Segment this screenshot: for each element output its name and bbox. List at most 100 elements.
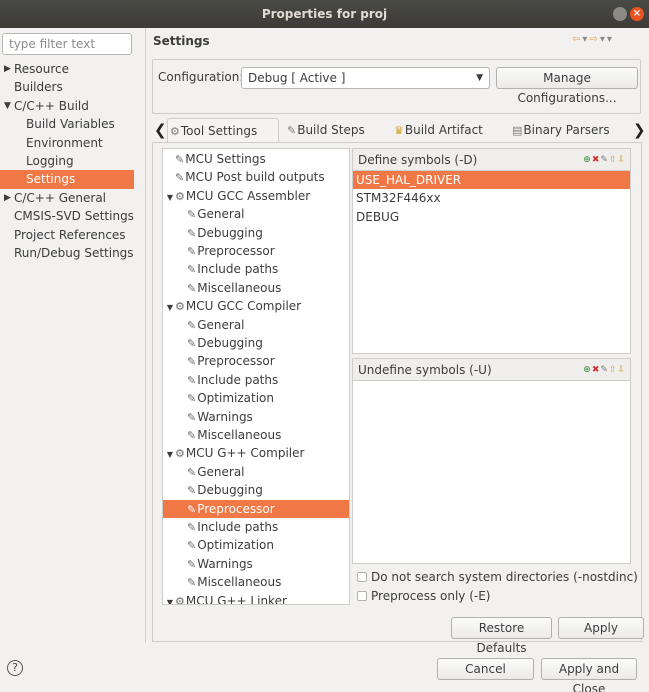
tree-item-optimization[interactable]: ✎Optimization [163,389,349,407]
tree-item-debugging[interactable]: ✎Debugging [163,334,349,352]
option-page-icon: ✎ [187,521,197,534]
nav-item-run-debug-settings[interactable]: Run/Debug Settings [0,244,134,262]
nav-item-label: Build Variables [26,117,115,132]
configuration-select[interactable]: Debug [ Active ] ▼ [241,67,490,89]
tree-item-mcu-g-compiler[interactable]: ▼ ⚙MCU G++ Compiler [163,444,349,462]
tab-scroll-left-icon[interactable]: ❮ [154,118,167,142]
tool-gear-icon: ⚙ [175,447,185,461]
option-page-icon: ✎ [187,429,197,442]
tree-item-miscellaneous[interactable]: ✎Miscellaneous [163,279,349,297]
back-arrow-icon[interactable]: ⇦ [572,34,582,45]
help-icon[interactable]: ? [7,660,23,676]
tree-item-mcu-gcc-compiler[interactable]: ▼ ⚙MCU GCC Compiler [163,297,349,315]
nav-item-label: Project References [14,227,126,242]
expand-down-icon[interactable]: ▼ [165,594,175,604]
tree-item-label: Optimization [197,391,274,406]
properties-nav-tree: ▶ Resource Builders ▼ C/C++ Build Build Varia… [0,60,134,262]
edit-icon[interactable]: ✎ [600,155,609,165]
nav-item-label: Resource [14,62,70,76]
move-down-icon[interactable]: ⇩ [617,155,626,165]
tool-settings-tree[interactable]: ✎MCU Settings ✎MCU Post build outputs ▼ ⚙MC… [162,148,350,605]
nav-item-c-c-general[interactable]: ▶ C/C++ General [0,189,134,207]
preprocess-only-checkbox[interactable]: Preprocess only (-E) [357,588,490,604]
nav-item-logging[interactable]: Logging [0,152,134,170]
tree-item-debugging[interactable]: ✎Debugging [163,481,349,499]
expand-right-icon[interactable]: ▶ [4,189,11,207]
tree-item-label: Optimization [197,538,274,553]
nav-item-cmsis-svd-settings[interactable]: CMSIS-SVD Settings [0,207,134,225]
nav-item-settings[interactable]: Settings [0,170,134,189]
symbol-row-stm32f446xx[interactable]: STM32F446xx [353,189,630,207]
sash-divider[interactable] [145,28,146,643]
add-icon[interactable]: ⊕ [583,155,592,165]
configuration-value: Debug [ Active ] [248,71,346,85]
tab-build-steps[interactable]: ✎Build Steps [285,118,385,142]
tree-item-debugging[interactable]: ✎Debugging [163,224,349,242]
apply-button[interactable]: Apply [558,617,644,639]
tree-item-preprocessor[interactable]: ✎Preprocessor [163,352,349,370]
tab-build-artifact[interactable]: ♛Build Artifact [392,118,502,142]
nav-item-resource[interactable]: ▶ Resource [0,60,134,78]
tree-item-mcu-g-linker[interactable]: ▼ ⚙MCU G++ Linker [163,592,349,604]
nav-item-build-variables[interactable]: Build Variables [0,115,134,133]
tree-item-preprocessor[interactable]: ✎Preprocessor [163,242,349,260]
nostdinc-checkbox[interactable]: Do not search system directories (-nostd… [357,569,638,585]
nav-item-project-references[interactable]: Project References [0,226,134,244]
forward-menu-icon[interactable]: ▾ [600,34,607,45]
tab-scroll-right-icon[interactable]: ❯ [633,118,646,142]
define-symbols-header: Define symbols (-D) ⊕✖✎⇧⇩ [353,149,630,171]
tab-tool-settings[interactable]: ⚙Tool Settings [167,118,279,142]
manage-configurations-button[interactable]: Manage Configurations... [496,67,638,105]
view-menu-icon[interactable]: ▾ [607,34,614,45]
tree-item-mcu-settings[interactable]: ✎MCU Settings [163,150,349,168]
tree-item-mcu-post-build-outputs[interactable]: ✎MCU Post build outputs [163,168,349,186]
checkbox-box[interactable] [357,572,367,582]
expand-down-icon[interactable]: ▼ [4,97,11,115]
filter-input[interactable] [2,33,132,55]
expand-right-icon[interactable]: ▶ [4,60,11,78]
undefine-symbols-toolbar: ⊕✖✎⇧⇩ [583,359,626,381]
tree-item-include-paths[interactable]: ✎Include paths [163,260,349,278]
tab-bar: ❮ ⚙Tool Settings ✎Build Steps ♛Build Art… [150,118,648,142]
define-symbols-list[interactable]: USE_HAL_DRIVER STM32F446xx DEBUG [353,171,630,226]
tree-item-label: Preprocessor [197,501,275,516]
tree-item-optimization[interactable]: ✎Optimization [163,536,349,554]
close-button[interactable]: × [630,7,644,21]
tree-item-mcu-gcc-assembler[interactable]: ▼ ⚙MCU GCC Assembler [163,187,349,205]
forward-arrow-icon[interactable]: ⇨ [589,34,599,45]
nav-item-c-c-build[interactable]: ▼ C/C++ Build [0,97,134,115]
minimize-button[interactable] [613,7,627,21]
option-page-icon: ✎ [187,318,197,332]
nav-item-label: Builders [14,80,63,95]
tree-item-label: MCU G++ Compiler [185,446,305,461]
tree-item-miscellaneous[interactable]: ✎Miscellaneous [163,426,349,444]
symbol-row-debug[interactable]: DEBUG [353,208,630,226]
move-down-icon[interactable]: ⇩ [617,365,626,375]
checkbox-box[interactable] [357,591,367,601]
tree-item-warnings[interactable]: ✎Warnings [163,408,349,426]
artifact-icon: ♛ [394,124,404,137]
restore-defaults-button[interactable]: Restore Defaults [451,617,552,655]
tree-item-general[interactable]: ✎General [163,316,349,334]
tree-item-miscellaneous[interactable]: ✎Miscellaneous [163,573,349,591]
edit-icon[interactable]: ✎ [600,365,609,375]
option-page-icon: ✎ [187,263,197,277]
nav-item-environment[interactable]: Environment [0,134,134,152]
tree-item-include-paths[interactable]: ✎Include paths [163,518,349,536]
tree-item-warnings[interactable]: ✎Warnings [163,555,349,573]
tree-item-label: Miscellaneous [197,280,282,295]
option-page-icon: ✎ [187,465,197,479]
tree-item-general[interactable]: ✎General [163,463,349,481]
tree-item-preprocessor[interactable]: ✎Preprocessor [163,499,349,518]
cancel-button[interactable]: Cancel [437,658,534,680]
tree-item-general[interactable]: ✎General [163,205,349,223]
page-title: Settings [153,34,210,48]
nav-item-builders[interactable]: Builders [0,78,134,96]
tree-item-include-paths[interactable]: ✎Include paths [163,371,349,389]
tree-item-label: MCU Post build outputs [185,170,325,185]
apply-and-close-button[interactable]: Apply and Close [541,658,637,692]
option-page-icon: ✎ [187,576,197,590]
add-icon[interactable]: ⊕ [583,365,592,375]
symbol-row-use-hal-driver[interactable]: USE_HAL_DRIVER [353,171,630,190]
tab-binary-parsers[interactable]: ▤Binary Parsers [510,118,620,142]
